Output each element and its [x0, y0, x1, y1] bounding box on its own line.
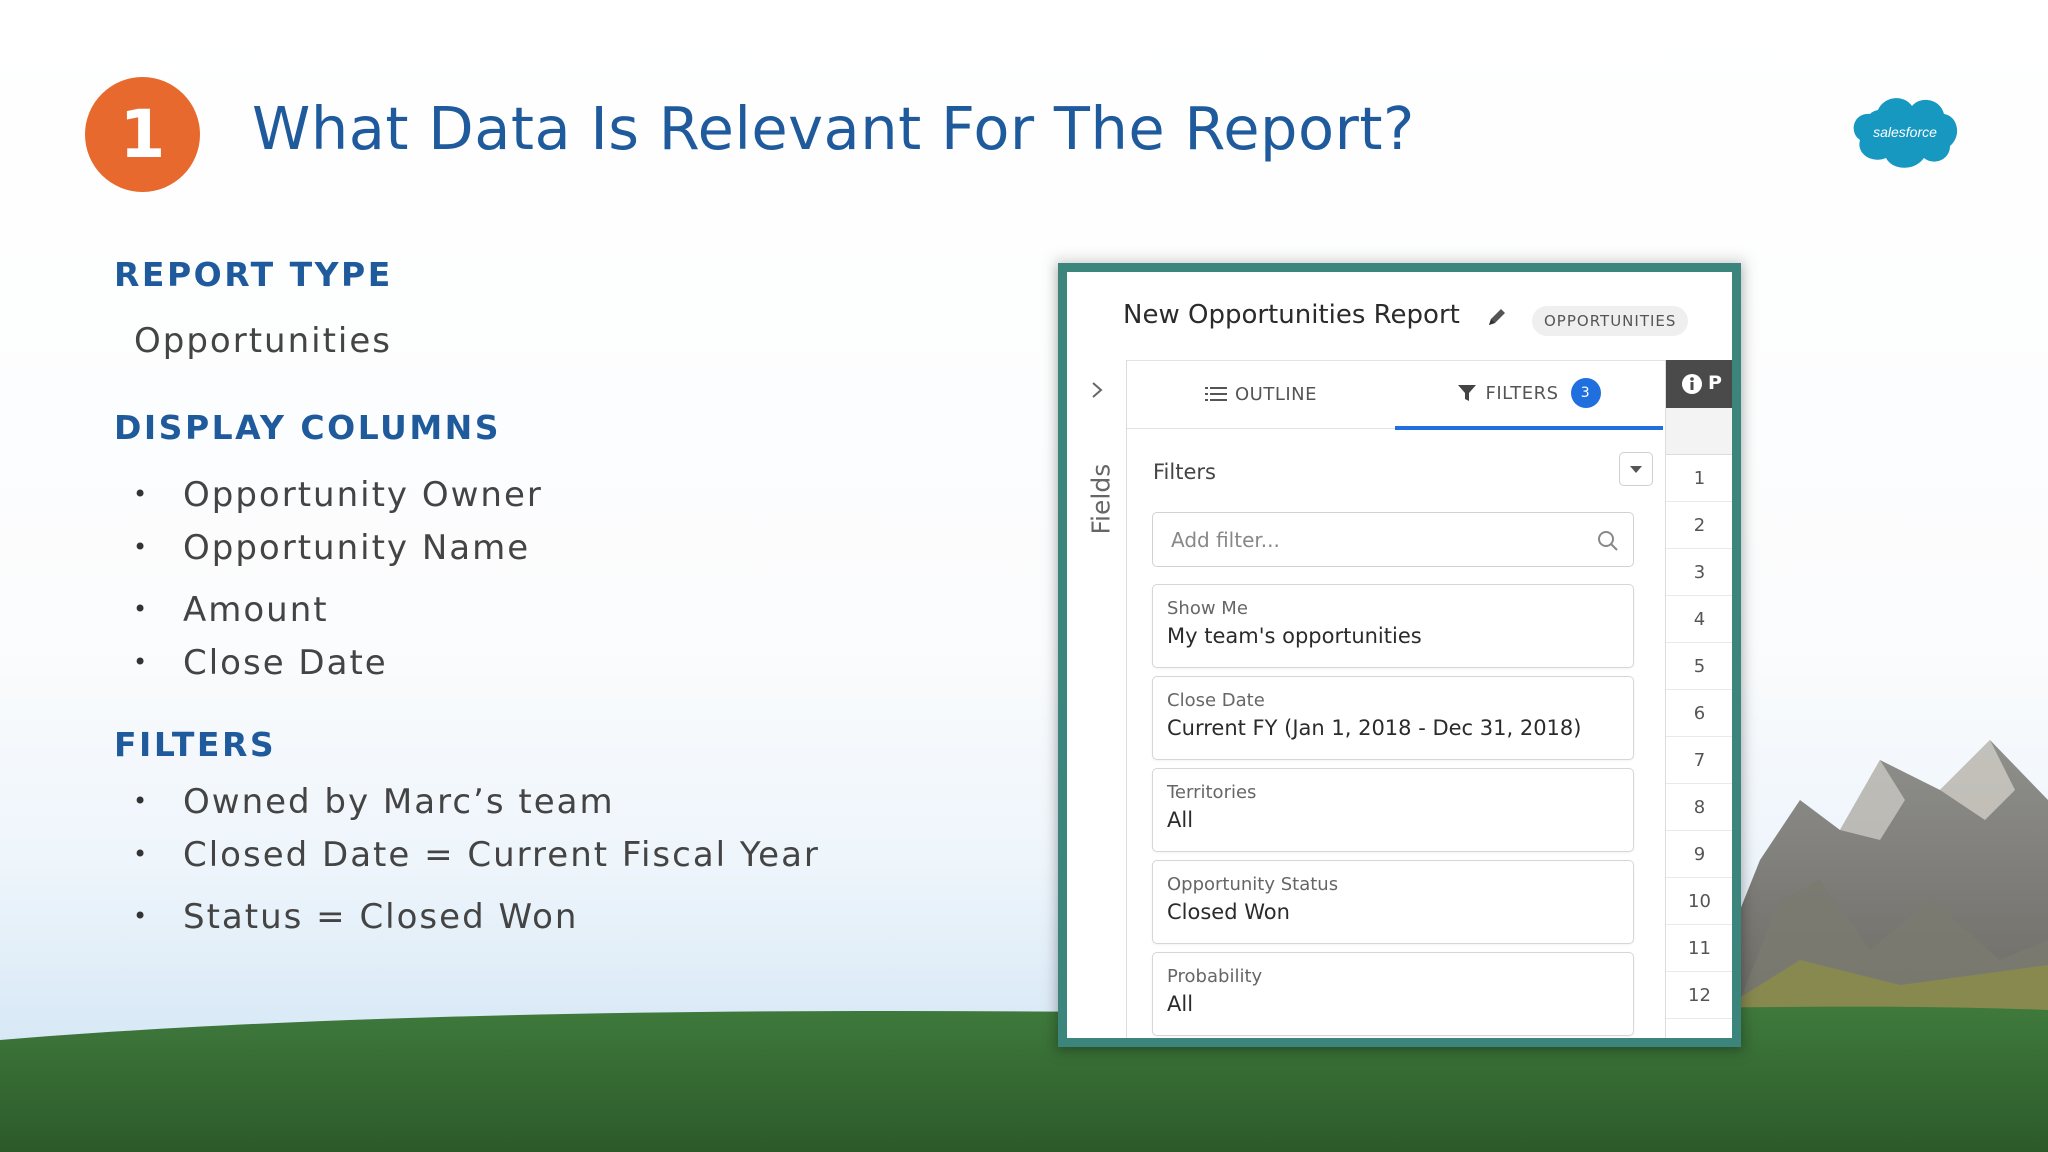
funnel-icon	[1458, 385, 1477, 401]
row-number: 10	[1666, 878, 1732, 925]
filter-card-value: All	[1167, 808, 1194, 832]
report-type-value: Opportunities	[134, 321, 392, 361]
filters-menu-button[interactable]	[1619, 452, 1653, 486]
bullet-glyph: •	[133, 594, 150, 623]
panel-tabs: OUTLINE FILTERS 3	[1127, 360, 1663, 430]
tab-outline[interactable]: OUTLINE	[1127, 360, 1395, 428]
filters-heading: FILTERS	[114, 725, 277, 764]
filter-card-value: My team's opportunities	[1167, 624, 1422, 648]
bullet-glyph: •	[133, 532, 150, 561]
filter-card-close-date[interactable]: Close Date Current FY (Jan 1, 2018 - Dec…	[1152, 676, 1634, 760]
grid-header: P	[1666, 360, 1732, 408]
row-number: 3	[1666, 549, 1732, 596]
report-title: New Opportunities Report	[1123, 300, 1460, 330]
report-header: New Opportunities Report OPPORTUNITIES	[1067, 272, 1732, 361]
report-type-badge: OPPORTUNITIES	[1532, 306, 1689, 336]
list-icon	[1204, 387, 1227, 401]
filters-pane: Filters Show Me My team's opportunities	[1127, 428, 1663, 1038]
list-item: • Owned by Marc’s team	[133, 782, 615, 822]
bullet-glyph: •	[133, 479, 150, 508]
row-number: 2	[1666, 502, 1732, 549]
filter-card-probability[interactable]: Probability All	[1152, 952, 1634, 1036]
filters-label: Filters	[1153, 460, 1216, 484]
list-item: • Status = Closed Won	[133, 897, 579, 937]
grid-subheader	[1666, 408, 1732, 455]
grid-header-text: P	[1708, 372, 1722, 394]
report-builder: New Opportunities Report OPPORTUNITIES F…	[1067, 272, 1732, 1038]
report-type-heading: REPORT TYPE	[114, 255, 393, 294]
salesforce-logo: salesforce	[1848, 90, 1963, 172]
filter-count-badge: 3	[1570, 378, 1601, 408]
list-item: • Opportunity Owner	[133, 475, 543, 515]
filter-card-value: Current FY (Jan 1, 2018 - Dec 31, 2018)	[1167, 716, 1582, 740]
svg-text:salesforce: salesforce	[1873, 124, 1937, 140]
row-number: 5	[1666, 643, 1732, 690]
list-item: • Amount	[133, 590, 329, 630]
bullet-glyph: •	[133, 647, 150, 676]
tab-outline-label: OUTLINE	[1234, 383, 1317, 405]
row-number: 8	[1666, 784, 1732, 831]
bullet-glyph: •	[133, 901, 150, 930]
row-number: 6	[1666, 690, 1732, 737]
fields-label: Fields	[1086, 463, 1116, 535]
row-number: 1	[1666, 455, 1732, 502]
list-item: • Close Date	[133, 643, 388, 683]
list-item: • Opportunity Name	[133, 528, 531, 568]
report-builder-panel: New Opportunities Report OPPORTUNITIES F…	[1058, 263, 1741, 1047]
row-number: 9	[1666, 831, 1732, 878]
chevron-right-icon[interactable]	[1087, 380, 1107, 400]
slide: 1 What Data Is Relevant For The Report? …	[0, 0, 2048, 1152]
row-number: 12	[1666, 972, 1732, 1019]
tab-filters-label: FILTERS	[1485, 382, 1559, 404]
pencil-icon[interactable]	[1485, 305, 1509, 329]
bullet-glyph: •	[133, 839, 150, 868]
filter-card-label: Close Date	[1167, 690, 1265, 711]
slide-title: What Data Is Relevant For The Report?	[252, 94, 1415, 163]
step-number-badge: 1	[85, 77, 200, 192]
list-item: • Closed Date = Current Fiscal Year	[133, 835, 820, 875]
filter-card-territories[interactable]: Territories All	[1152, 768, 1634, 852]
filter-card-show-me[interactable]: Show Me My team's opportunities	[1152, 584, 1634, 668]
filter-card-opportunity-status[interactable]: Opportunity Status Closed Won	[1152, 860, 1634, 944]
row-number: 11	[1666, 925, 1732, 972]
row-number: 7	[1666, 737, 1732, 784]
fields-panel-toggle[interactable]: Fields	[1067, 360, 1127, 1038]
filter-card-label: Opportunity Status	[1167, 874, 1339, 895]
filter-card-label: Territories	[1167, 782, 1257, 803]
report-preview-grid: P 1 2 3 4 5 6 7 8 9 10 11 12	[1665, 360, 1732, 1038]
filter-card-label: Show Me	[1167, 598, 1248, 619]
bullet-glyph: •	[133, 786, 150, 815]
filter-card-value: All	[1167, 992, 1194, 1016]
tab-filters[interactable]: FILTERS 3	[1395, 360, 1663, 430]
search-icon	[1598, 531, 1618, 551]
info-icon	[1682, 374, 1702, 394]
add-filter-input[interactable]	[1152, 512, 1634, 567]
filter-card-label: Probability	[1167, 966, 1263, 987]
filter-card-value: Closed Won	[1167, 900, 1290, 924]
chevron-down-icon	[1630, 466, 1642, 473]
display-columns-heading: DISPLAY COLUMNS	[114, 408, 502, 447]
row-number: 4	[1666, 596, 1732, 643]
